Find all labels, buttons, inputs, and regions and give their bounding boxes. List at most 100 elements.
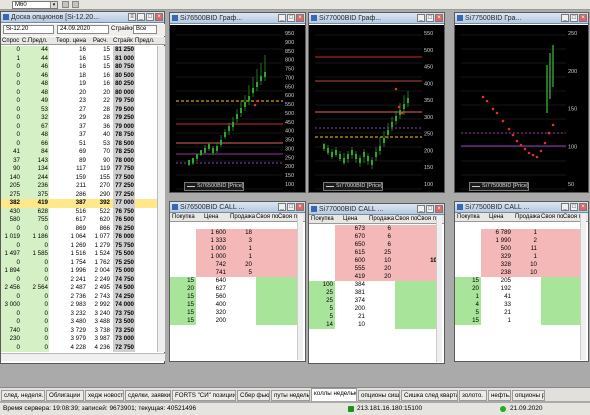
ask-volume[interactable]: 2: [513, 237, 537, 245]
ask-volume[interactable]: 3: [228, 237, 252, 245]
col-header[interactable]: Покупка: [172, 213, 195, 222]
ask-volume[interactable]: 6: [367, 233, 391, 241]
ask-volume[interactable]: 10: [513, 261, 537, 269]
tab-workspace[interactable]: след. неделя.: [1, 390, 45, 401]
col-header[interactable]: Страйк: [113, 37, 135, 45]
tab-workspace[interactable]: Облигации: [46, 390, 84, 401]
ask-price[interactable]: 329: [481, 253, 511, 261]
maximize-icon[interactable]: □: [287, 14, 295, 22]
ask-price[interactable]: 1 990: [481, 237, 511, 245]
bid-price[interactable]: 640: [196, 277, 226, 285]
bid-volume[interactable]: 14: [311, 321, 333, 329]
bid-price[interactable]: 400: [196, 301, 226, 309]
table-row[interactable]: 0 48 37 40 78 750: [1, 131, 157, 140]
table-row[interactable]: 1 019 1 186 1 064 1 077 76 000: [1, 233, 157, 242]
col-header[interactable]: Своя по: [256, 213, 278, 222]
bid-price[interactable]: 33: [481, 301, 511, 309]
timeframe-combo[interactable]: M60 ▾: [12, 1, 58, 9]
table-row[interactable]: 90 134 117 119 77 750: [1, 165, 157, 174]
ask-volume[interactable]: 10: [513, 269, 537, 277]
window-titlebar[interactable]: Si77500BID Гра... _ □ ×: [455, 13, 588, 24]
table-row[interactable]: 0 46 18 16 80 500: [1, 71, 157, 80]
bid-volume[interactable]: 15: [172, 309, 194, 317]
bid-price[interactable]: 1: [481, 317, 511, 325]
window-titlebar[interactable]: Si77500BID CALL ... _ □ ×: [455, 202, 588, 213]
bid-price[interactable]: 320: [196, 309, 226, 317]
table-row[interactable]: 1 44 16 15 81 000: [1, 54, 157, 63]
bid-price[interactable]: 10: [335, 321, 365, 329]
window-titlebar[interactable]: Si76500BID Граф... _ □ ×: [170, 13, 305, 24]
window-menu-icon[interactable]: ≡: [128, 13, 136, 21]
bid-price[interactable]: 381: [335, 289, 365, 297]
table-row[interactable]: 37 143 89 90 78 000: [1, 156, 157, 165]
bid-volume[interactable]: 15: [172, 293, 194, 301]
ask-price[interactable]: 555: [335, 265, 365, 273]
close-icon[interactable]: ×: [296, 14, 304, 22]
table-row[interactable]: 140 244 159 155 77 500: [1, 173, 157, 182]
col-header[interactable]: С.Предл.: [22, 37, 48, 45]
ask-price[interactable]: 615: [335, 249, 365, 257]
close-icon[interactable]: ×: [579, 203, 587, 211]
price-chart[interactable]: 950 900 850 800 750 700 650 600 550 500 450 400 350 3…: [170, 25, 305, 192]
table-row[interactable]: 205 236 211 270 77 250: [1, 182, 157, 191]
underlying-select[interactable]: Si-12.20: [3, 25, 54, 34]
bid-volume[interactable]: 100: [311, 281, 333, 289]
minimize-icon[interactable]: _: [561, 14, 569, 22]
close-icon[interactable]: ×: [435, 14, 443, 22]
ask-volume[interactable]: 10: [367, 257, 391, 265]
ask-price[interactable]: 6 789: [481, 229, 511, 237]
bid-volume[interactable]: 15: [457, 317, 479, 325]
tab-workspace[interactable]: FORTS "СИ" позиции..: [172, 390, 236, 401]
ask-price[interactable]: 419: [335, 273, 365, 281]
minimize-icon[interactable]: _: [278, 203, 286, 211]
ask-price[interactable]: 673: [335, 225, 365, 233]
table-row[interactable]: 0 67 37 36 79 000: [1, 122, 157, 131]
table-row[interactable]: 275 375 286 290 77 250: [1, 190, 157, 199]
horizontal-scrollbar[interactable]: [1, 353, 165, 361]
col-header[interactable]: Цена: [489, 213, 503, 222]
tab-workspace[interactable]: опционы ртс: [512, 390, 545, 401]
ask-volume[interactable]: 1: [513, 253, 537, 261]
ask-volume[interactable]: 1: [513, 229, 537, 237]
vertical-scrollbar[interactable]: [297, 214, 303, 360]
bid-price[interactable]: 627: [196, 285, 226, 293]
col-header[interactable]: Предл.: [135, 37, 157, 45]
strikes-button[interactable]: Страйки: [111, 25, 134, 34]
bid-price[interactable]: 41: [481, 293, 511, 301]
bid-volume[interactable]: 15: [172, 317, 194, 325]
col-header[interactable]: Расч.: [93, 37, 113, 45]
ask-volume[interactable]: 6: [367, 225, 391, 233]
close-icon[interactable]: ×: [155, 13, 163, 21]
ask-price[interactable]: 1 333: [196, 237, 226, 245]
maximize-icon[interactable]: □: [570, 203, 578, 211]
ask-volume[interactable]: 20: [367, 265, 391, 273]
table-row[interactable]: 230 0 3 979 3 987 73 000: [1, 335, 157, 344]
table-row[interactable]: 580 755 617 620 76 500: [1, 216, 157, 225]
col-header[interactable]: Цена: [204, 213, 218, 222]
bid-volume[interactable]: 5: [311, 313, 333, 321]
own-order-volume[interactable]: 10: [417, 257, 437, 265]
toolbar-tool-icon[interactable]: [72, 1, 79, 8]
ask-price[interactable]: 328: [481, 261, 511, 269]
tab-workspace[interactable]: золото.: [459, 390, 487, 401]
ask-volume[interactable]: 1: [228, 253, 252, 261]
table-row[interactable]: 0 0 869 866 76 250: [1, 224, 157, 233]
bid-price[interactable]: 560: [196, 293, 226, 301]
price-chart[interactable]: 250 200 150 100 50: [455, 25, 588, 192]
maximize-icon[interactable]: □: [426, 205, 434, 213]
bid-volume[interactable]: 5: [311, 305, 333, 313]
table-row[interactable]: 41 84 69 70 78 250: [1, 148, 157, 157]
minimize-icon[interactable]: _: [278, 14, 286, 22]
table-row[interactable]: 1 894 0 1 996 2 004 75 000: [1, 267, 157, 276]
bid-price[interactable]: 192: [481, 285, 511, 293]
col-header[interactable]: Своя по: [395, 215, 417, 224]
bid-volume[interactable]: 15: [172, 301, 194, 309]
ask-price[interactable]: 650: [335, 241, 365, 249]
col-header[interactable]: Продажа: [369, 215, 394, 224]
table-row[interactable]: 0 48 20 20 80 000: [1, 88, 157, 97]
ask-volume[interactable]: 11: [513, 245, 537, 253]
table-row[interactable]: 0 32 29 28 79 250: [1, 114, 157, 123]
col-header[interactable]: Теор. цена: [56, 37, 86, 45]
ask-price[interactable]: 500: [481, 245, 511, 253]
col-header[interactable]: Продажа: [515, 213, 540, 222]
